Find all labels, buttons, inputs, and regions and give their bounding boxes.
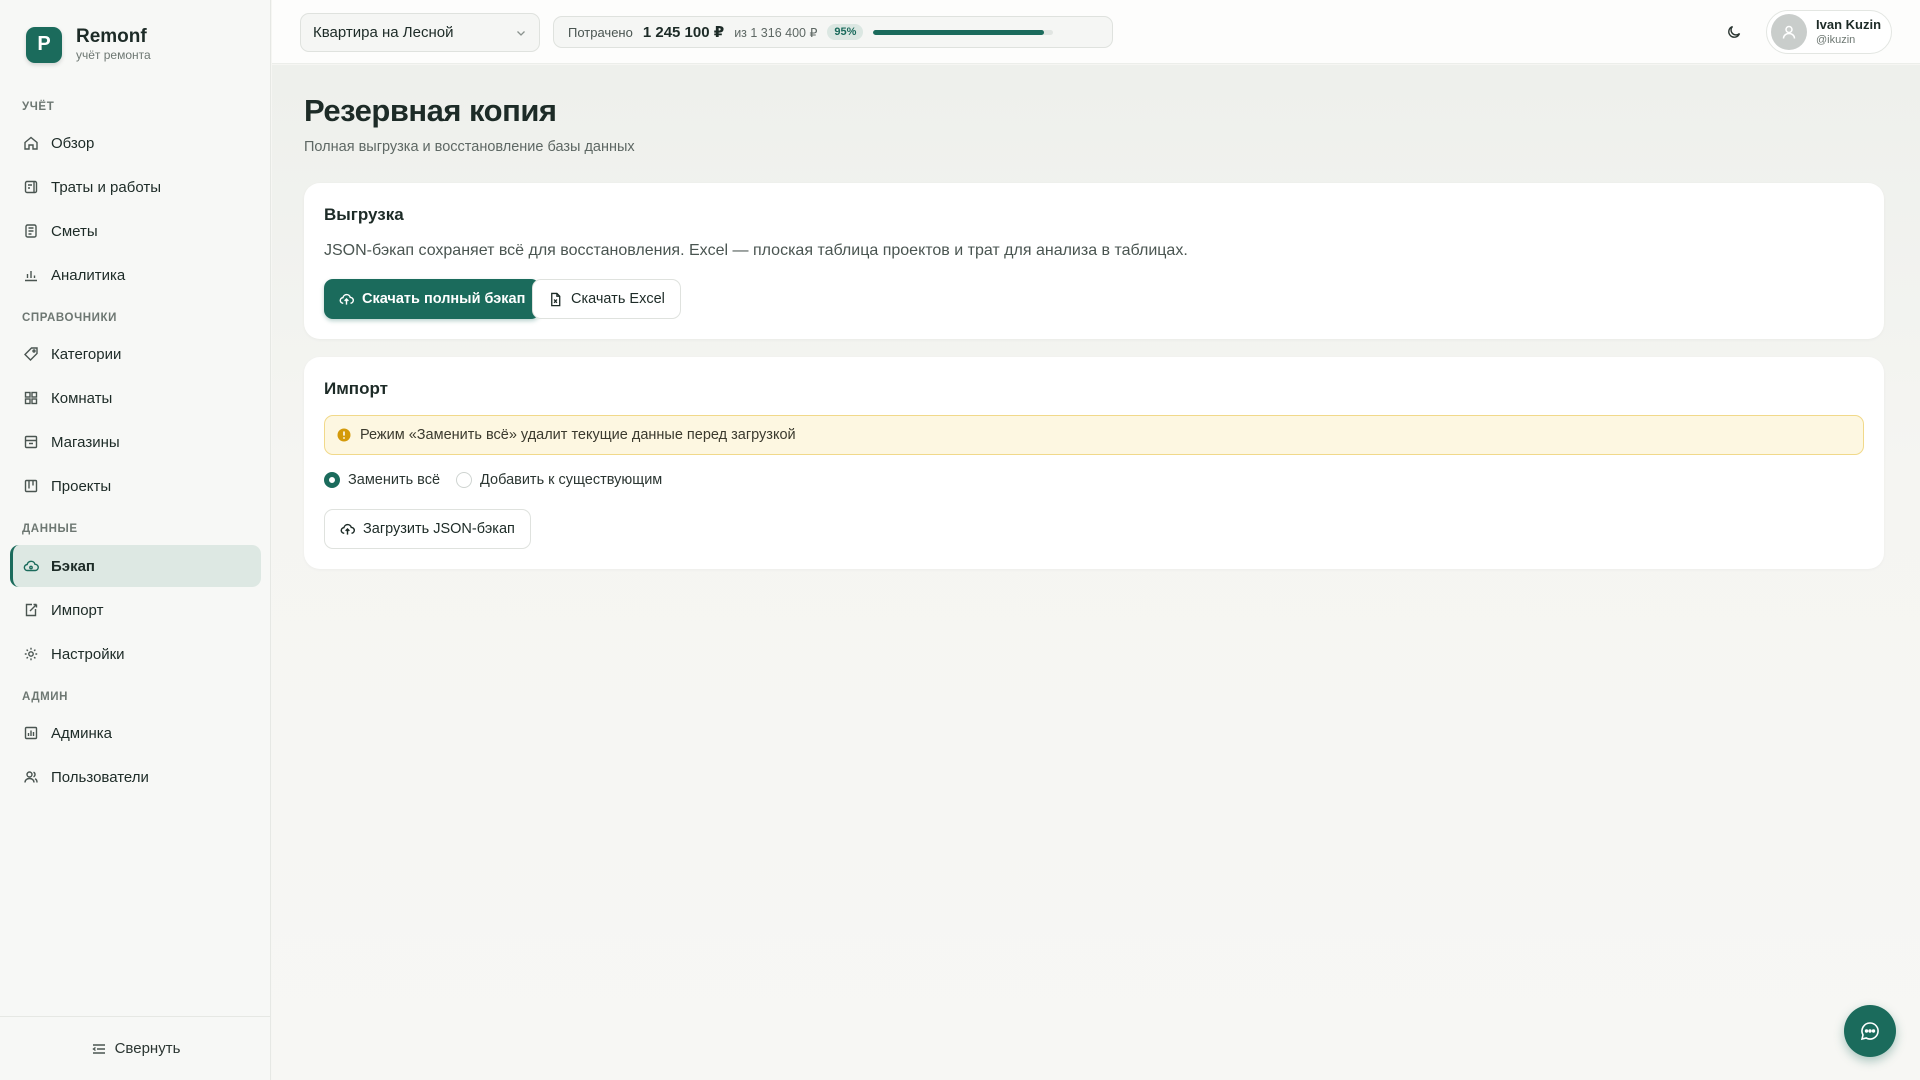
import-icon xyxy=(22,601,40,619)
grid-icon xyxy=(22,389,40,407)
project-select-value: Квартира на Лесной xyxy=(313,24,454,41)
sidebar-item-stores[interactable]: Магазины xyxy=(10,421,261,463)
chevron-down-icon xyxy=(515,27,527,39)
sidebar-item-overview[interactable]: Обзор xyxy=(10,122,261,164)
radio-append-label: Добавить к существующим xyxy=(480,472,663,488)
budget-summary: Потрачено 1 245 100 ₽ из 1 316 400 ₽ 95% xyxy=(553,16,1113,48)
main-content: Резервная копия Полная выгрузка и восста… xyxy=(272,65,1920,1080)
cloud-icon xyxy=(22,557,40,575)
sidebar-item-label: Бэкап xyxy=(51,557,95,575)
sidebar-item-label: Импорт xyxy=(51,601,104,619)
tag-icon xyxy=(22,345,40,363)
sidebar-item-import[interactable]: Импорт xyxy=(10,589,261,631)
sidebar-item-settings[interactable]: Настройки xyxy=(10,633,261,675)
sidebar-item-label: Проекты xyxy=(51,477,112,495)
sidebar-item-label: Обзор xyxy=(51,134,95,152)
gear-icon xyxy=(22,645,40,663)
warning-icon xyxy=(337,428,351,442)
budget-total: из 1 316 400 ₽ xyxy=(734,25,818,40)
budget-spent: 1 245 100 ₽ xyxy=(642,24,725,41)
collapse-sidebar-button[interactable]: Свернуть xyxy=(0,1016,271,1080)
store-icon xyxy=(22,433,40,451)
theme-toggle-button[interactable] xyxy=(1722,20,1746,44)
page-subtitle: Полная выгрузка и восстановление базы да… xyxy=(304,139,635,155)
nav-section-references: Справочники xyxy=(22,312,118,324)
chart-icon xyxy=(22,266,40,284)
sidebar-item-label: Настройки xyxy=(51,645,125,663)
radio-append-indicator xyxy=(456,472,473,488)
sidebar-item-users[interactable]: Пользователи xyxy=(10,756,261,798)
nav-section-accounting: Учёт xyxy=(22,101,55,113)
brand[interactable]: P Remonf учёт ремонта xyxy=(26,26,151,63)
sidebar-item-label: Админка xyxy=(51,724,112,742)
sidebar-item-label: Траты и работы xyxy=(51,178,161,196)
page-title: Резервная копия xyxy=(304,93,557,128)
user-handle: @ikuzin xyxy=(1816,34,1856,46)
upload-json-backup-button[interactable]: Загрузить JSON-бэкап xyxy=(324,509,531,549)
brand-logo: P xyxy=(26,26,62,63)
replace-warning-alert: Режим «Заменить всё» удалит текущие данн… xyxy=(324,415,1864,455)
export-card: Выгрузка JSON-бэкап сохраняет всё для во… xyxy=(304,183,1884,339)
budget-percent-badge: 95% xyxy=(827,24,864,40)
radio-append[interactable]: Добавить к существующим xyxy=(456,472,662,488)
cloud-upload-icon xyxy=(340,522,355,537)
import-card: Импорт Режим «Заменить всё» удалит текущ… xyxy=(304,357,1884,569)
home-icon xyxy=(22,134,40,152)
radio-replace-all[interactable]: Заменить всё xyxy=(324,472,440,488)
export-card-title: Выгрузка xyxy=(324,205,404,224)
sidebar-item-label: Сметы xyxy=(51,222,98,240)
download-full-backup-label: Скачать полный бэкап xyxy=(362,291,526,307)
brand-name: Remonf xyxy=(76,26,147,47)
sidebar-item-label: Комнаты xyxy=(51,389,113,407)
budget-progress-fill xyxy=(873,29,1045,35)
export-card-description: JSON-бэкап сохраняет всё для восстановле… xyxy=(324,242,1188,259)
sidebar-item-rooms[interactable]: Комнаты xyxy=(10,377,261,419)
chat-button[interactable] xyxy=(1844,1005,1896,1057)
users-icon xyxy=(22,768,40,786)
receipt-icon xyxy=(22,178,40,196)
download-excel-label: Скачать Excel xyxy=(571,291,665,307)
warning-text: Режим «Заменить всё» удалит текущие данн… xyxy=(360,427,796,443)
cloud-download-icon xyxy=(339,292,354,307)
radio-replace-all-indicator xyxy=(324,472,340,488)
topbar: Квартира на Лесной Потрачено 1 245 100 ₽… xyxy=(272,0,1920,64)
avatar xyxy=(1771,14,1807,50)
sidebar-item-label: Категории xyxy=(51,345,122,363)
nav-section-admin: Админ xyxy=(22,691,69,703)
brand-subtitle: учёт ремонта xyxy=(76,48,151,62)
chat-icon xyxy=(1859,1020,1881,1042)
budget-label: Потрачено xyxy=(568,24,633,40)
download-full-backup-button[interactable]: Скачать полный бэкап xyxy=(324,279,541,319)
sidebar-item-analytics[interactable]: Аналитика xyxy=(10,254,261,296)
sidebar-item-backup[interactable]: Бэкап xyxy=(10,545,261,587)
user-menu[interactable]: Ivan Kuzin @ikuzin xyxy=(1766,10,1892,54)
sidebar-item-projects[interactable]: Проекты xyxy=(10,465,261,507)
sidebar: P Remonf учёт ремонта Учёт Обзор Траты и… xyxy=(0,0,271,1080)
collapse-icon xyxy=(91,1041,107,1057)
file-icon xyxy=(548,292,563,307)
sidebar-item-estimates[interactable]: Сметы xyxy=(10,210,261,252)
sidebar-item-admin[interactable]: Админка xyxy=(10,712,261,754)
download-excel-button[interactable]: Скачать Excel xyxy=(532,279,681,319)
upload-json-backup-label: Загрузить JSON-бэкап xyxy=(363,521,515,537)
sidebar-item-categories[interactable]: Категории xyxy=(10,333,261,375)
project-select[interactable]: Квартира на Лесной xyxy=(300,13,540,52)
radio-replace-all-label: Заменить всё xyxy=(348,472,441,488)
sidebar-item-expenses[interactable]: Траты и работы xyxy=(10,166,261,208)
sidebar-item-label: Пользователи xyxy=(51,768,149,786)
sidebar-item-label: Аналитика xyxy=(51,266,126,284)
import-mode-group: Заменить всё Добавить к существующим xyxy=(324,472,678,488)
user-name: Ivan Kuzin xyxy=(1816,17,1882,32)
budget-progress-bar xyxy=(873,29,1054,35)
sidebar-item-label: Магазины xyxy=(51,433,120,451)
admin-icon xyxy=(22,724,40,742)
moon-icon xyxy=(1726,24,1742,40)
estimate-icon xyxy=(22,222,40,240)
user-icon xyxy=(1780,23,1798,41)
nav-section-data: Данные xyxy=(22,523,78,535)
kanban-icon xyxy=(22,477,40,495)
import-card-title: Импорт xyxy=(324,379,388,398)
collapse-label: Свернуть xyxy=(114,1040,181,1057)
